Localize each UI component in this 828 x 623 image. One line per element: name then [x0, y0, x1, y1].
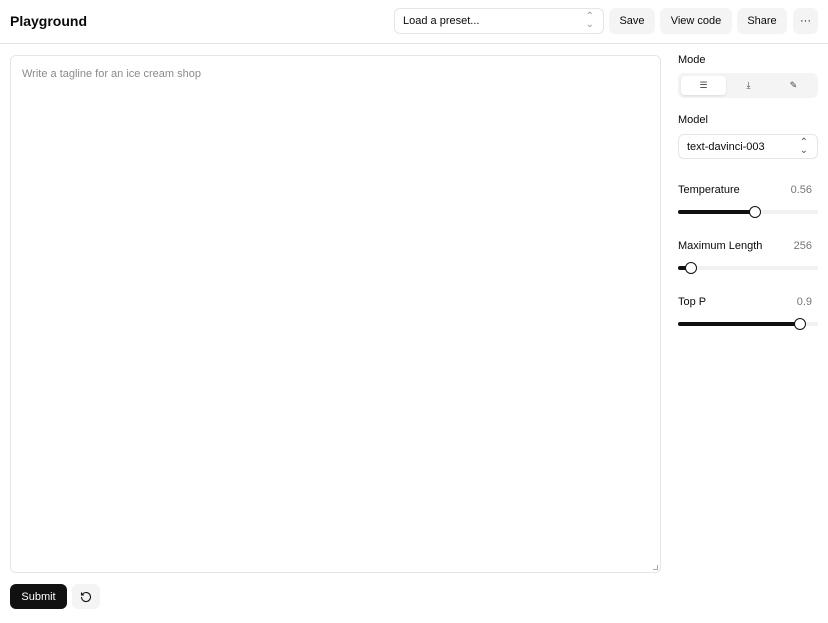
slider-fill: [678, 322, 800, 326]
top-p-slider[interactable]: [678, 318, 818, 330]
model-label: Model: [678, 114, 708, 126]
slider-thumb[interactable]: [684, 262, 697, 274]
slider-fill: [678, 210, 755, 214]
top-p-value: 0.9: [796, 296, 812, 308]
prompt-textarea[interactable]: Write a tagline for an ice cream shop: [10, 55, 661, 573]
save-button[interactable]: Save: [609, 8, 655, 34]
max-length-label: Maximum Length: [678, 240, 763, 252]
edit-icon: ✎: [789, 80, 798, 90]
mode-tabs: ☰ ⤓ ✎: [678, 73, 818, 98]
page-title: Playground: [10, 13, 88, 29]
mode-label: Mode: [678, 54, 706, 66]
reset-button[interactable]: [72, 584, 100, 609]
slider-thumb[interactable]: [793, 318, 806, 330]
mode-edit-tab[interactable]: ✎: [771, 76, 816, 95]
more-icon[interactable]: ···: [793, 8, 818, 34]
model-value: text-davinci-003: [687, 141, 765, 153]
insert-icon: ⤓: [746, 80, 751, 90]
model-select[interactable]: text-davinci-003 ⌃ ⌄: [678, 134, 818, 159]
max-length-slider[interactable]: [678, 262, 818, 274]
prompt-placeholder: Write a tagline for an ice cream shop: [22, 68, 201, 80]
chevron-up-down-icon: ⌃ ⌄: [799, 137, 808, 156]
preset-placeholder: Load a preset...: [403, 15, 480, 27]
top-p-label: Top P: [678, 296, 707, 308]
chevron-up-down-icon: ⌃ ⌄: [585, 11, 594, 30]
header: Playground Load a preset... ⌃ ⌄ Save View …: [0, 0, 828, 44]
temperature-label: Temperature: [678, 184, 740, 196]
view-code-button[interactable]: View code: [660, 8, 732, 34]
rotate-ccw-icon: [80, 591, 92, 602]
temperature-slider[interactable]: [678, 206, 818, 218]
resize-handle[interactable]: [653, 565, 658, 570]
mode-complete-tab[interactable]: ☰: [681, 76, 726, 95]
mode-insert-tab[interactable]: ⤓: [726, 76, 771, 95]
share-button[interactable]: Share: [737, 8, 787, 34]
submit-button[interactable]: Submit: [10, 584, 67, 609]
preset-select[interactable]: Load a preset... ⌃ ⌄: [394, 8, 604, 34]
slider-thumb[interactable]: [749, 206, 761, 218]
max-length-value: 256: [793, 240, 812, 252]
complete-icon: ☰: [699, 80, 708, 90]
temperature-value: 0.56: [790, 184, 812, 196]
